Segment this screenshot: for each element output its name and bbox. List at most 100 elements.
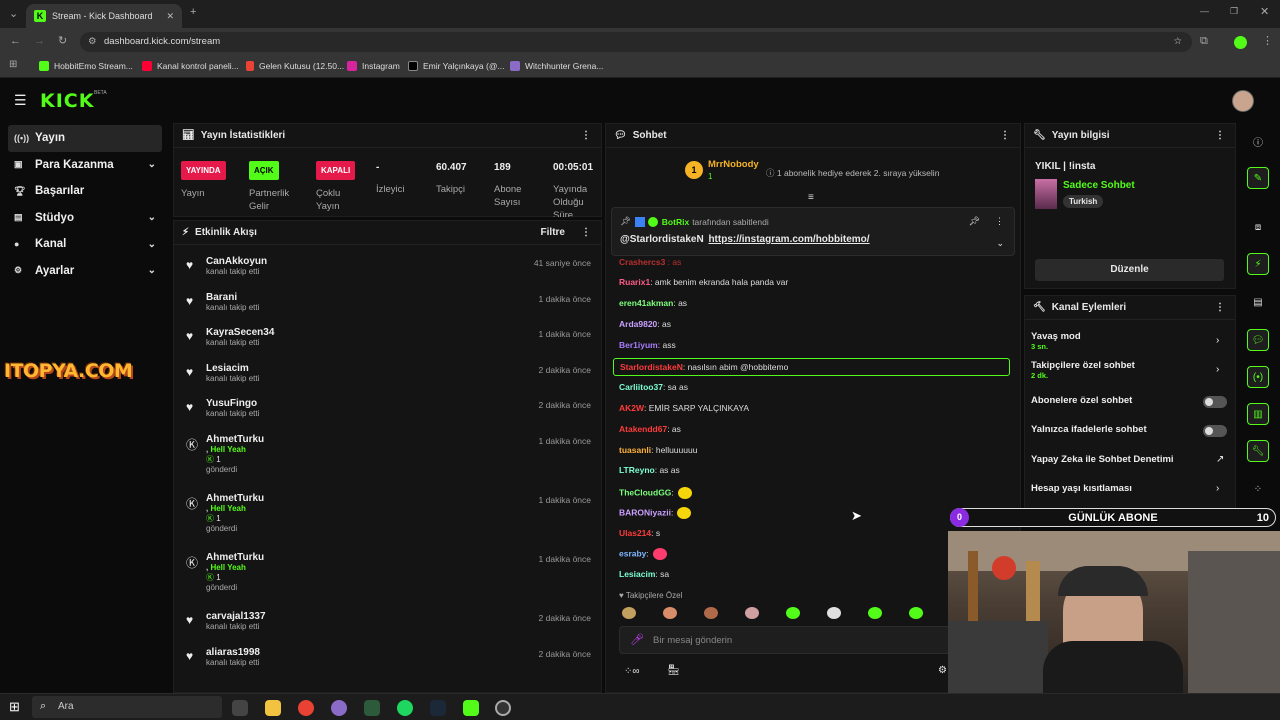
quick-emote-icon[interactable] (909, 607, 923, 619)
activity-item[interactable]: ♥ KayraSecen34 kanalı takip etti 1 dakika ö… (174, 327, 601, 347)
chat-message[interactable]: AK2W: EMİR SARP YALÇINKAYA (619, 403, 749, 413)
channel-action-item[interactable]: Takipçilere özel sohbet 2 dk. (1031, 360, 1135, 380)
close-window-icon[interactable]: ✕ (1260, 5, 1269, 18)
chat-username[interactable]: tuasanli (619, 445, 651, 455)
more-options-icon[interactable]: ⋮ (1215, 130, 1225, 141)
channel-action-item[interactable]: Hesap yaşı kısıtlaması (1031, 483, 1132, 494)
toggle-switch[interactable] (1203, 396, 1227, 408)
chat-username[interactable]: Lesiacim (619, 569, 655, 579)
share-icon[interactable]: ⁘ (1247, 478, 1269, 500)
reload-icon[interactable]: ↻ (58, 34, 67, 47)
chevron-right-icon[interactable]: › (1216, 364, 1219, 375)
chat-username[interactable]: eren41akman (619, 298, 673, 308)
restore-icon[interactable]: ❐ (1230, 6, 1238, 17)
crop-icon[interactable]: ⧈ (1247, 216, 1269, 238)
xbox-icon[interactable] (364, 700, 380, 716)
chat-username[interactable]: Ruarix1 (619, 277, 650, 287)
taskbar-search[interactable]: ⌕ Ara (32, 696, 222, 718)
sidebar-item-kanal[interactable]: ● Kanal ⌄ (8, 231, 162, 258)
chevron-right-icon[interactable]: › (1216, 335, 1219, 346)
chat-message[interactable]: tuasanli: helluuuuuu (619, 445, 697, 455)
spotify-icon[interactable] (397, 700, 413, 716)
activity-item[interactable]: ♥ YusuFingo kanalı takip etti 2 dakika önce (174, 398, 601, 418)
more-options-icon[interactable]: ⋮ (581, 227, 591, 238)
channel-action-item[interactable]: Yalnızca ifadelerle sohbet (1031, 424, 1147, 435)
pinned-more-icon[interactable]: ⋮ (995, 216, 1004, 227)
new-tab-icon[interactable]: + (190, 6, 196, 18)
bookmark-item[interactable]: Emir Yalçınkaya (@... (408, 61, 505, 71)
chat-icon[interactable]: 💬︎ (1247, 329, 1269, 351)
chat-username[interactable]: StarlordistakeN (620, 362, 683, 372)
hamburger-menu-icon[interactable]: ☰ (14, 92, 27, 109)
document-icon[interactable]: ▤ (1247, 291, 1269, 313)
back-icon[interactable]: ← (10, 35, 21, 47)
chat-username[interactable]: Carliitoo37 (619, 382, 663, 392)
chat-username[interactable]: Ber1iyum (619, 340, 658, 350)
pinned-link[interactable]: https://instagram.com/hobbitemo/ (708, 234, 869, 245)
server-icon[interactable]: ▥ (1247, 403, 1269, 425)
quick-emote-icon[interactable] (786, 607, 800, 619)
chat-settings-icon[interactable]: ⚙ (938, 665, 947, 676)
quick-emote-icon[interactable] (663, 607, 677, 619)
close-tab-icon[interactable]: ✕ (166, 11, 174, 22)
sidebar-item-para-kazanma[interactable]: ▣ Para Kazanma ⌄ (8, 152, 162, 179)
category-name[interactable]: Sadece Sohbet (1063, 180, 1135, 191)
microphone-icon[interactable]: 🎤︎ (630, 633, 644, 646)
sidebar-item-ayarlar[interactable]: ⚙ Ayarlar ⌄ (8, 258, 162, 285)
chat-input[interactable]: 🎤︎ Bir mesaj gönderin (619, 626, 959, 654)
store-icon[interactable]: 🏪︎ (667, 665, 680, 676)
filter-button[interactable]: Filtre (541, 227, 565, 238)
drawer-handle-icon[interactable]: ≡ (808, 192, 814, 203)
broadcast-icon[interactable]: (•) (1247, 366, 1269, 388)
activity-item[interactable]: ♥ aliaras1998 kanalı takip etti 2 dakika ön… (174, 647, 601, 667)
chat-message[interactable]: Ulas214: s (619, 528, 660, 538)
chat-message[interactable]: BARONiyazii: (619, 507, 692, 519)
pencil-icon[interactable]: ✎ (1247, 167, 1269, 189)
chat-message[interactable]: Carliitoo37: sa as (619, 382, 688, 392)
info-icon[interactable]: ⓘ (1247, 130, 1269, 152)
chat-username[interactable]: Arda9820 (619, 319, 657, 329)
channel-action-item[interactable]: Abonelere özel sohbet (1031, 395, 1132, 406)
unpin-icon[interactable]: 📌︎ (969, 216, 980, 227)
activity-item[interactable]: ♥ CanAkkoyun kanalı takip etti 41 saniye ön… (174, 256, 601, 276)
chat-message[interactable]: Ber1iyum: ass (619, 340, 676, 350)
more-options-icon[interactable]: ⋮ (1000, 130, 1010, 141)
activity-item[interactable]: ♥ carvajal1337 kanalı takip etti 2 dakika ö… (174, 611, 601, 631)
chevron-down-icon[interactable]: ⌄ (996, 238, 1004, 249)
chat-message[interactable]: Arda9820: as (619, 319, 671, 329)
chrome-icon[interactable] (298, 700, 314, 716)
top-gifter-name[interactable]: MrrNobody (708, 159, 759, 170)
chat-message[interactable]: eren41akman: as (619, 298, 687, 308)
chat-message[interactable]: esraby: (619, 548, 667, 560)
kick-app-icon[interactable] (463, 700, 479, 716)
chat-username[interactable]: esraby (619, 548, 646, 558)
kick-logo[interactable]: KICK (40, 90, 94, 112)
bookmark-item[interactable]: HobbitEmo Stream... (39, 61, 133, 71)
sidebar-item-yayin[interactable]: ((•)) Yayın (8, 125, 162, 152)
bookmark-item[interactable]: Kanal kontrol paneli... (142, 61, 239, 71)
activity-item[interactable]: ♥ Lesiacim kanalı takip etti 2 dakika önce (174, 363, 601, 383)
bookmark-item[interactable]: Gelen Kutusu (12.50... (246, 61, 344, 71)
apps-grid-icon[interactable]: ⊞ (9, 59, 17, 70)
edit-button[interactable]: Düzenle (1035, 259, 1224, 281)
browser-menu-icon[interactable]: ⋮ (1262, 34, 1273, 47)
bookmark-item[interactable]: Instagram (347, 61, 400, 71)
url-input[interactable]: ⚙ dashboard.kick.com/stream ☆ (80, 32, 1192, 52)
bookmark-item[interactable]: Witchhunter Grena... (510, 61, 603, 71)
activity-item[interactable]: Ⓚ AhmetTurku, Hell Yeah Ⓚ 1 gönderdi 1 dakik… (174, 434, 601, 474)
quick-emote-icon[interactable] (622, 607, 636, 619)
extensions-icon[interactable]: ⧉ (1200, 35, 1208, 48)
chat-username[interactable]: LTReyno (619, 465, 655, 475)
obs-icon[interactable] (495, 700, 511, 716)
quick-emote-icon[interactable] (868, 607, 882, 619)
chat-message[interactable]: Lesiacim: sa (619, 569, 669, 579)
windows-start-icon[interactable]: ⊞ (9, 699, 20, 715)
profile-avatar[interactable] (1234, 36, 1247, 49)
chat-username[interactable]: Ulas214 (619, 528, 651, 538)
activity-item[interactable]: Ⓚ AhmetTurku, Hell Yeah Ⓚ 1 gönderdi 1 dakik… (174, 552, 601, 592)
pinned-by-user[interactable]: BotRix (662, 217, 689, 227)
channel-action-item[interactable]: Yapay Zeka ile Sohbet Denetimi (1031, 454, 1174, 465)
chat-message[interactable]: Ruarix1: amk benim ekranda hala panda va… (619, 277, 788, 287)
sidebar-item-basarilar[interactable]: 🏆︎ Başarılar (8, 178, 162, 205)
user-avatar[interactable] (1232, 90, 1254, 112)
